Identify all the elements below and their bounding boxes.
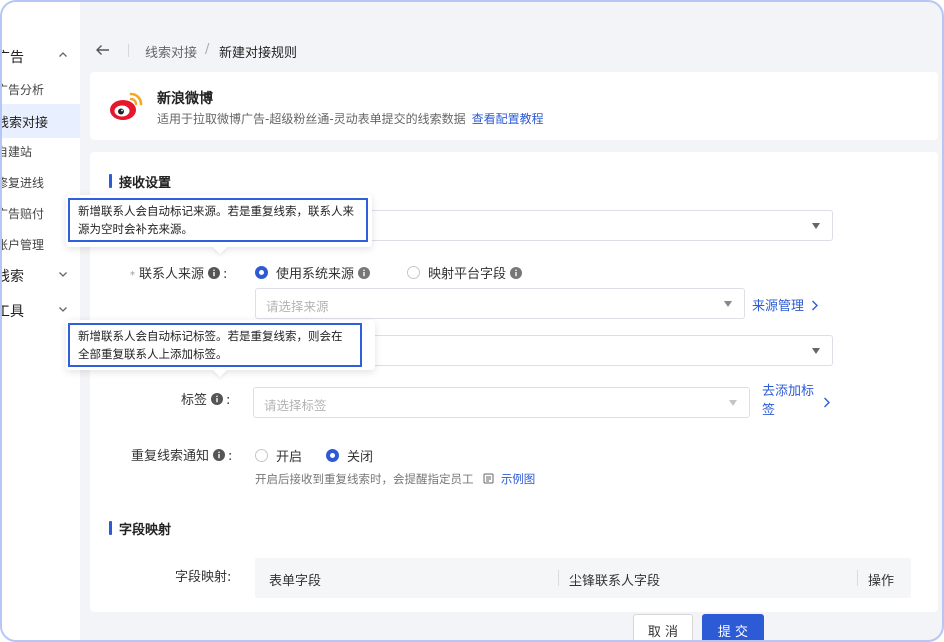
sidebar-item-self-site[interactable]: 自建站 — [2, 134, 80, 168]
source-management-link[interactable]: 来源管理 — [752, 295, 819, 314]
app-window: 广告 广告分析 线索对接 自建站 修复进线 广告赔付 账户管理 线索 — [0, 0, 944, 642]
radio-dot-checked — [255, 266, 268, 279]
info-icon[interactable] — [358, 266, 371, 279]
contact-source-tooltip: 新增联系人会自动标记来源。若是重复线索，联系人来源为空时会补充来源。 — [68, 198, 368, 242]
radio-map-platform-field[interactable]: 映射平台字段 — [407, 263, 523, 282]
breadcrumb: 线索对接 / 新建对接规则 — [82, 32, 942, 68]
radio-label: 使用系统来源 — [276, 267, 355, 282]
tags-label-text: 标签 — [181, 393, 208, 408]
contact-source-label-text: 联系人来源 — [139, 267, 205, 282]
sidebar-group-label: 广告 — [2, 50, 24, 66]
required-mark: * — [130, 270, 135, 281]
radio-notice-on[interactable]: 开启 — [255, 446, 302, 465]
chevron-down-icon — [58, 269, 68, 279]
sidebar-item-label: 线索对接 — [0, 115, 49, 131]
tags-label: 标签: — [181, 389, 230, 408]
column-header-contact-field: 尘锋联系人字段 — [569, 574, 661, 589]
chevron-right-icon[interactable] — [823, 397, 831, 408]
sidebar-item-ad-analysis[interactable]: 广告分析 — [2, 72, 80, 106]
sidebar-item-repair-leads[interactable]: 修复进线 — [2, 165, 80, 199]
chevron-down-icon — [58, 304, 68, 314]
sidebar-item-label: 广告赔付 — [0, 206, 45, 221]
duplicate-notice-hint: 开启后接收到重复线索时，会提醒指定员工 示例图 — [255, 471, 535, 487]
duplicate-notice-label-text: 重复线索通知 — [131, 449, 210, 464]
column-divider — [857, 570, 858, 586]
info-icon[interactable] — [208, 267, 221, 279]
caret-down-icon — [812, 223, 820, 229]
submit-button[interactable]: 提 交 — [702, 614, 764, 640]
radio-dot — [407, 266, 420, 279]
caret-down-icon — [812, 348, 820, 354]
caret-down-icon — [729, 400, 737, 406]
cancel-button[interactable]: 取 消 — [633, 614, 693, 640]
breadcrumb-parent[interactable]: 线索对接 — [145, 42, 197, 61]
breadcrumb-current: 新建对接规则 — [219, 46, 298, 61]
label-colon: : — [228, 449, 233, 464]
config-tutorial-link[interactable]: 查看配置教程 — [472, 112, 544, 126]
hint-text: 开启后接收到重复线索时，会提醒指定员工 — [255, 472, 474, 486]
example-image-link[interactable]: 示例图 — [501, 472, 536, 486]
sidebar-item-label: 自建站 — [2, 144, 33, 159]
source-select[interactable]: 请选择来源 — [255, 288, 745, 319]
sidebar-item-lead-integration[interactable]: 线索对接 — [2, 104, 80, 138]
sidebar-group-label: 线索 — [2, 269, 24, 285]
mapping-table-header: 表单字段 尘锋联系人字段 操作 — [255, 558, 911, 598]
sidebar-group-label: 工具 — [2, 304, 24, 320]
platform-description: 适用于拉取微博广告-超级粉丝通-灵动表单提交的线索数据 查看配置教程 — [157, 110, 544, 127]
contact-source-label: * 联系人来源: — [130, 263, 227, 282]
section-title-receive: 接收设置 — [109, 172, 171, 191]
weibo-logo-icon — [108, 88, 146, 124]
chevron-right-icon — [812, 300, 819, 311]
platform-title: 新浪微博 — [157, 91, 213, 107]
platform-description-text: 适用于拉取微博广告-超级粉丝通-灵动表单提交的线索数据 — [157, 112, 466, 126]
platform-header-card: 新浪微博 适用于拉取微博广告-超级粉丝通-灵动表单提交的线索数据 查看配置教程 — [90, 72, 938, 140]
radio-label: 映射平台字段 — [428, 267, 507, 282]
sidebar-item-label: 账户管理 — [0, 237, 45, 252]
add-tags-link[interactable]: 去添加标签 — [762, 382, 822, 420]
chevron-up-icon — [58, 50, 68, 60]
sidebar-group-ads[interactable]: 广告 — [2, 40, 80, 74]
radio-label: 关闭 — [347, 450, 374, 465]
sidebar-group-leads[interactable]: 线索 — [2, 259, 80, 293]
radio-dot — [255, 449, 268, 462]
back-arrow-icon[interactable] — [94, 41, 112, 59]
radio-dot-checked — [326, 449, 339, 462]
label-colon: : — [223, 267, 228, 282]
source-management-label: 来源管理 — [752, 299, 805, 314]
info-icon[interactable] — [510, 266, 523, 279]
column-header-actions: 操作 — [868, 574, 895, 589]
duplicate-notice-label: 重复线索通知: — [131, 445, 232, 464]
divider — [128, 44, 129, 57]
mapping-label: 字段映射: — [175, 570, 232, 585]
tags-tooltip: 新增联系人会自动标记标签。若是重复线索，则会在全部重复联系人上添加标签。 — [68, 323, 362, 367]
column-header-form-field: 表单字段 — [269, 574, 322, 589]
radio-label: 开启 — [276, 450, 303, 465]
radio-notice-off[interactable]: 关闭 — [326, 446, 373, 465]
caret-down-icon — [724, 301, 732, 307]
radio-use-system-source[interactable]: 使用系统来源 — [255, 263, 371, 282]
label-colon: : — [226, 393, 231, 408]
tags-select[interactable]: 请选择标签 — [253, 387, 750, 418]
image-doc-icon — [483, 473, 494, 484]
sidebar-item-label: 广告分析 — [0, 82, 45, 97]
sidebar-item-label: 修复进线 — [0, 175, 45, 190]
column-divider — [558, 570, 559, 586]
select-placeholder: 请选择标签 — [264, 398, 327, 413]
info-icon[interactable] — [211, 393, 224, 405]
section-title-mapping: 字段映射 — [109, 519, 171, 538]
breadcrumb-separator: / — [205, 42, 210, 57]
select-placeholder: 请选择来源 — [266, 299, 329, 314]
info-icon[interactable] — [213, 449, 226, 461]
